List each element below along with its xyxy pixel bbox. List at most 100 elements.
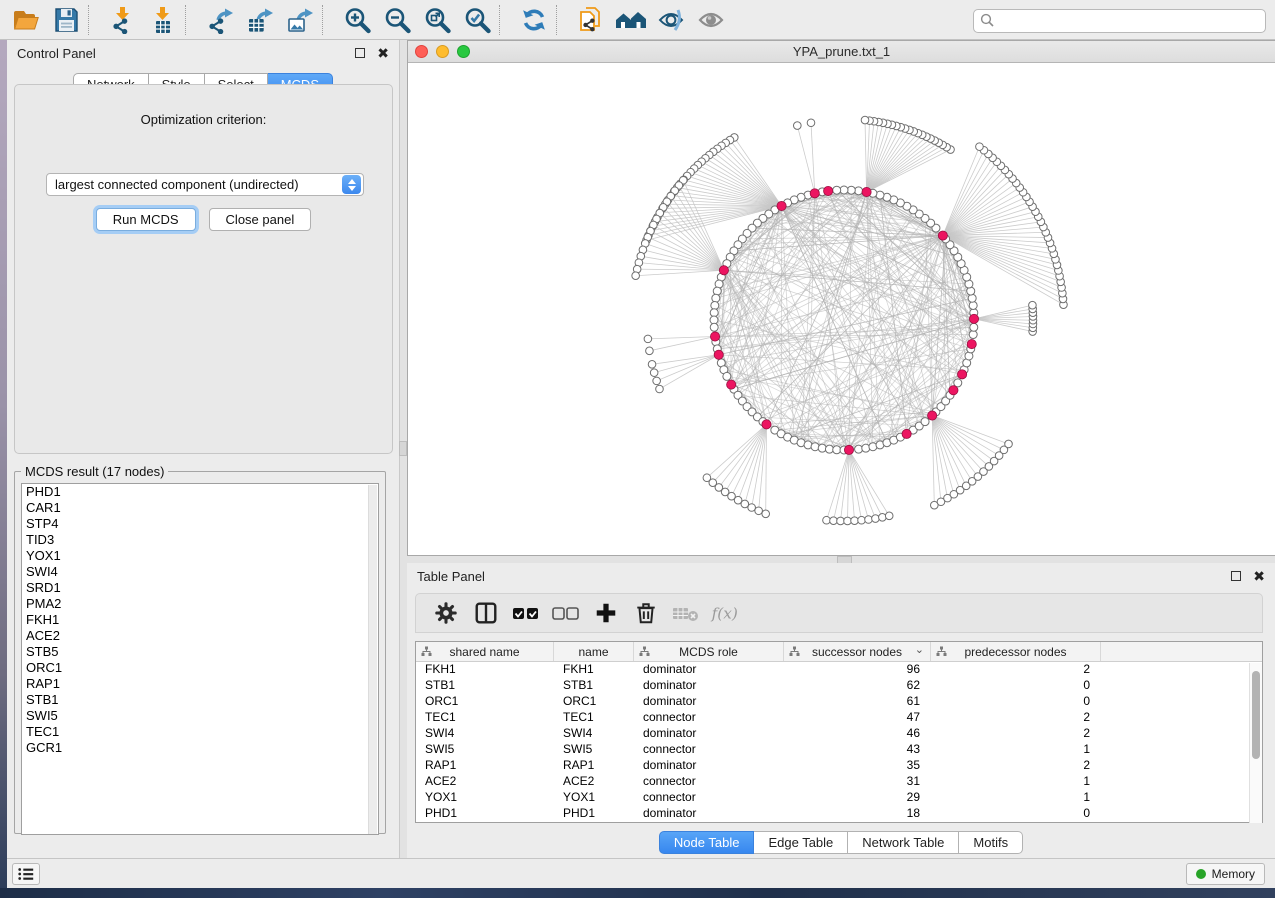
- list-item[interactable]: FKH1: [22, 612, 378, 628]
- search-input[interactable]: [999, 14, 1259, 28]
- dominator-node[interactable]: [902, 429, 911, 438]
- export-network-icon[interactable]: [200, 3, 240, 37]
- split-view-icon[interactable]: [468, 597, 504, 629]
- close-panel-button[interactable]: Close panel: [209, 208, 312, 231]
- dominator-node[interactable]: [727, 380, 736, 389]
- table-row[interactable]: RAP1RAP1dominator352: [416, 758, 1262, 774]
- import-network-icon[interactable]: [103, 3, 143, 37]
- select-all-icon[interactable]: [508, 597, 544, 629]
- add-column-icon[interactable]: [588, 597, 624, 629]
- dominator-node[interactable]: [949, 386, 958, 395]
- leaf-node[interactable]: [648, 361, 656, 369]
- column-header-predecessor-nodes[interactable]: predecessor nodes: [931, 642, 1101, 661]
- network-node[interactable]: [855, 445, 863, 453]
- table-row[interactable]: SWI4SWI4dominator462: [416, 726, 1262, 742]
- network-node[interactable]: [723, 372, 731, 380]
- list-item[interactable]: GCR1: [22, 740, 378, 756]
- list-item[interactable]: RAP1: [22, 676, 378, 692]
- dominator-node[interactable]: [928, 411, 937, 420]
- network-node[interactable]: [968, 294, 976, 302]
- leaf-node[interactable]: [632, 272, 640, 280]
- network-node[interactable]: [710, 323, 718, 331]
- network-node[interactable]: [825, 445, 833, 453]
- list-item[interactable]: TID3: [22, 532, 378, 548]
- list-item[interactable]: STB5: [22, 644, 378, 660]
- mcds-list-scrollbar[interactable]: [368, 485, 377, 835]
- dominator-node[interactable]: [762, 420, 771, 429]
- zoom-out-icon[interactable]: [377, 3, 417, 37]
- list-item[interactable]: ACE2: [22, 628, 378, 644]
- network-node[interactable]: [711, 301, 719, 309]
- leaf-node[interactable]: [851, 517, 859, 525]
- leaf-node[interactable]: [865, 516, 873, 524]
- dominator-node[interactable]: [969, 314, 978, 323]
- network-node[interactable]: [862, 444, 870, 452]
- dominator-node[interactable]: [938, 231, 947, 240]
- search-box[interactable]: [973, 9, 1266, 33]
- leaf-node[interactable]: [837, 517, 845, 525]
- list-item[interactable]: SWI4: [22, 564, 378, 580]
- leaf-node[interactable]: [807, 119, 815, 127]
- save-session-icon[interactable]: [46, 3, 86, 37]
- dominator-node[interactable]: [824, 186, 833, 195]
- list-item[interactable]: PMA2: [22, 596, 378, 612]
- task-history-button[interactable]: [12, 863, 40, 885]
- leaf-node[interactable]: [1029, 301, 1037, 309]
- zoom-in-icon[interactable]: [337, 3, 377, 37]
- leaf-node[interactable]: [844, 517, 852, 525]
- leaf-node[interactable]: [823, 516, 831, 524]
- hide-selected-icon[interactable]: [651, 3, 691, 37]
- table-row[interactable]: TEC1TEC1connector472: [416, 710, 1262, 726]
- tab-edge-table[interactable]: Edge Table: [754, 831, 848, 854]
- list-item[interactable]: TEC1: [22, 724, 378, 740]
- float-table-panel-icon[interactable]: [1231, 571, 1241, 581]
- leaf-node[interactable]: [748, 504, 756, 512]
- list-item[interactable]: SRD1: [22, 580, 378, 596]
- open-file-icon[interactable]: [6, 3, 46, 37]
- column-header-name[interactable]: name: [554, 642, 634, 661]
- column-header-successor-nodes[interactable]: successor nodes⌄: [784, 642, 931, 661]
- leaf-node[interactable]: [861, 116, 869, 124]
- network-node[interactable]: [818, 444, 826, 452]
- leaf-node[interactable]: [794, 122, 802, 130]
- dominator-node[interactable]: [958, 370, 967, 379]
- refresh-layout-icon[interactable]: [514, 3, 554, 37]
- dominator-node[interactable]: [719, 266, 728, 275]
- float-panel-icon[interactable]: [355, 48, 365, 58]
- table-row[interactable]: SWI5SWI5connector431: [416, 742, 1262, 758]
- list-item[interactable]: STP4: [22, 516, 378, 532]
- vertical-splitter-handle[interactable]: [399, 441, 407, 456]
- leaf-node[interactable]: [858, 516, 866, 524]
- network-node[interactable]: [811, 443, 819, 451]
- show-panels-icon[interactable]: [611, 3, 651, 37]
- list-item[interactable]: STB1: [22, 692, 378, 708]
- tab-network-table[interactable]: Network Table: [848, 831, 959, 854]
- leaf-node[interactable]: [872, 515, 880, 523]
- table-row[interactable]: ACE2ACE2connector311: [416, 774, 1262, 790]
- dominator-node[interactable]: [967, 340, 976, 349]
- dominator-node[interactable]: [714, 350, 723, 359]
- export-table-icon[interactable]: [240, 3, 280, 37]
- list-item[interactable]: PHD1: [22, 484, 378, 500]
- memory-button[interactable]: Memory: [1186, 863, 1265, 885]
- dominator-node[interactable]: [862, 187, 871, 196]
- network-node[interactable]: [921, 418, 929, 426]
- table-row[interactable]: ORC1ORC1dominator610: [416, 694, 1262, 710]
- table-row[interactable]: PHD1PHD1dominator180: [416, 806, 1262, 822]
- network-from-file-icon[interactable]: [571, 3, 611, 37]
- network-node[interactable]: [970, 323, 978, 331]
- network-canvas[interactable]: [408, 63, 1275, 555]
- export-image-icon[interactable]: [280, 3, 320, 37]
- network-node[interactable]: [969, 301, 977, 309]
- dominator-node[interactable]: [777, 201, 786, 210]
- criterion-dropdown[interactable]: largest connected component (undirected): [46, 173, 364, 196]
- table-row[interactable]: YOX1YOX1connector291: [416, 790, 1262, 806]
- table-row[interactable]: STB1STB1dominator620: [416, 678, 1262, 694]
- list-item[interactable]: ORC1: [22, 660, 378, 676]
- dominator-node[interactable]: [844, 445, 853, 454]
- leaf-node[interactable]: [755, 507, 763, 515]
- tab-motifs[interactable]: Motifs: [959, 831, 1023, 854]
- leaf-node[interactable]: [653, 377, 661, 385]
- column-header-MCDS-role[interactable]: MCDS role: [634, 642, 784, 661]
- leaf-node[interactable]: [1005, 440, 1013, 448]
